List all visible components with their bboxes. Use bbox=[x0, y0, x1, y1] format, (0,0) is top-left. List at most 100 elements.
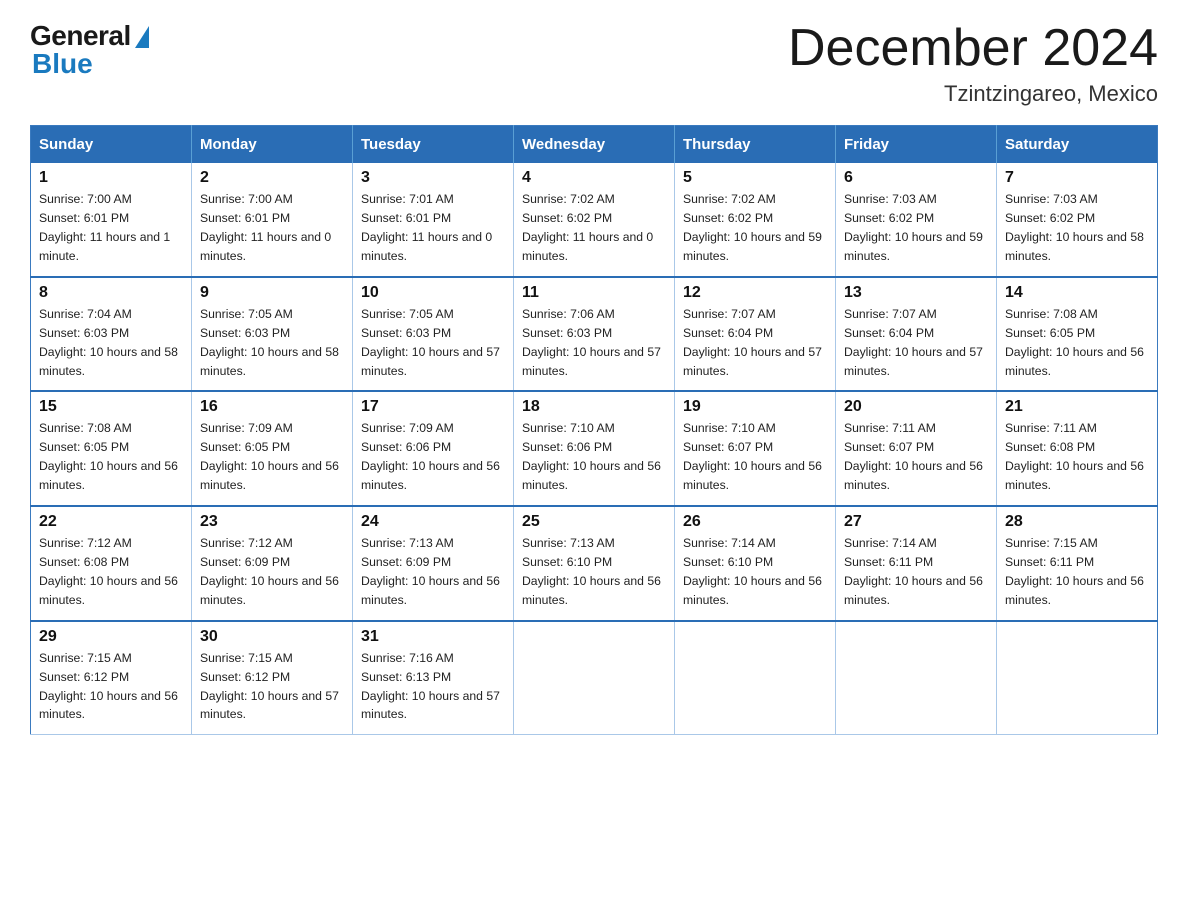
day-info: Sunrise: 7:00 AMSunset: 6:01 PMDaylight:… bbox=[39, 192, 170, 263]
calendar-cell: 15 Sunrise: 7:08 AMSunset: 6:05 PMDayligh… bbox=[31, 391, 192, 506]
day-info: Sunrise: 7:11 AMSunset: 6:07 PMDaylight:… bbox=[844, 421, 983, 492]
header-monday: Monday bbox=[192, 126, 353, 164]
day-number: 7 bbox=[1005, 169, 1149, 187]
calendar-cell: 30Sunrise: 7:15 AMSunset: 6:12 PMDayligh… bbox=[192, 621, 353, 735]
day-info: Sunrise: 7:13 AMSunset: 6:09 PMDaylight:… bbox=[361, 536, 500, 607]
calendar-cell: 5 Sunrise: 7:02 AMSunset: 6:02 PMDaylight… bbox=[675, 163, 836, 277]
calendar-cell: 6 Sunrise: 7:03 AMSunset: 6:02 PMDaylight… bbox=[836, 163, 997, 277]
day-info: Sunrise: 7:13 AMSunset: 6:10 PMDaylight:… bbox=[522, 536, 661, 607]
calendar-week-2: 8Sunrise: 7:04 AMSunset: 6:03 PMDaylight… bbox=[31, 277, 1158, 392]
day-info: Sunrise: 7:02 AMSunset: 6:02 PMDaylight:… bbox=[683, 192, 822, 263]
day-number: 13 bbox=[844, 284, 988, 302]
day-number: 2 bbox=[200, 169, 344, 187]
day-info: Sunrise: 7:12 AMSunset: 6:09 PMDaylight:… bbox=[200, 536, 339, 607]
day-info: Sunrise: 7:11 AMSunset: 6:08 PMDaylight:… bbox=[1005, 421, 1144, 492]
calendar-cell: 11 Sunrise: 7:06 AMSunset: 6:03 PMDayligh… bbox=[514, 277, 675, 392]
calendar-cell: 20 Sunrise: 7:11 AMSunset: 6:07 PMDayligh… bbox=[836, 391, 997, 506]
day-number: 8 bbox=[39, 284, 183, 302]
calendar-cell: 3 Sunrise: 7:01 AMSunset: 6:01 PMDaylight… bbox=[353, 163, 514, 277]
day-info: Sunrise: 7:03 AMSunset: 6:02 PMDaylight:… bbox=[844, 192, 983, 263]
calendar-header-row: SundayMondayTuesdayWednesdayThursdayFrid… bbox=[31, 126, 1158, 164]
calendar-cell bbox=[836, 621, 997, 735]
day-info: Sunrise: 7:06 AMSunset: 6:03 PMDaylight:… bbox=[522, 307, 661, 378]
calendar-cell: 17 Sunrise: 7:09 AMSunset: 6:06 PMDayligh… bbox=[353, 391, 514, 506]
day-number: 23 bbox=[200, 513, 344, 531]
calendar-week-5: 29Sunrise: 7:15 AMSunset: 6:12 PMDayligh… bbox=[31, 621, 1158, 735]
day-info: Sunrise: 7:14 AMSunset: 6:10 PMDaylight:… bbox=[683, 536, 822, 607]
day-number: 10 bbox=[361, 284, 505, 302]
day-number: 15 bbox=[39, 398, 183, 416]
calendar-cell: 29Sunrise: 7:15 AMSunset: 6:12 PMDayligh… bbox=[31, 621, 192, 735]
calendar-week-4: 22 Sunrise: 7:12 AMSunset: 6:08 PMDayligh… bbox=[31, 506, 1158, 621]
day-number: 17 bbox=[361, 398, 505, 416]
day-info: Sunrise: 7:09 AMSunset: 6:05 PMDaylight:… bbox=[200, 421, 339, 492]
calendar-cell: 12 Sunrise: 7:07 AMSunset: 6:04 PMDayligh… bbox=[675, 277, 836, 392]
day-number: 16 bbox=[200, 398, 344, 416]
day-number: 22 bbox=[39, 513, 183, 531]
header-friday: Friday bbox=[836, 126, 997, 164]
header-tuesday: Tuesday bbox=[353, 126, 514, 164]
header: General Blue December 2024 Tzintzingareo… bbox=[30, 20, 1158, 107]
calendar-week-3: 15 Sunrise: 7:08 AMSunset: 6:05 PMDayligh… bbox=[31, 391, 1158, 506]
day-number: 14 bbox=[1005, 284, 1149, 302]
calendar-cell bbox=[675, 621, 836, 735]
calendar-cell: 31 Sunrise: 7:16 AMSunset: 6:13 PMDayligh… bbox=[353, 621, 514, 735]
day-info: Sunrise: 7:10 AMSunset: 6:06 PMDaylight:… bbox=[522, 421, 661, 492]
logo-blue-text: Blue bbox=[32, 48, 93, 80]
day-number: 21 bbox=[1005, 398, 1149, 416]
header-thursday: Thursday bbox=[675, 126, 836, 164]
day-number: 6 bbox=[844, 169, 988, 187]
day-info: Sunrise: 7:12 AMSunset: 6:08 PMDaylight:… bbox=[39, 536, 178, 607]
day-info: Sunrise: 7:08 AMSunset: 6:05 PMDaylight:… bbox=[39, 421, 178, 492]
day-number: 19 bbox=[683, 398, 827, 416]
calendar-cell: 10 Sunrise: 7:05 AMSunset: 6:03 PMDayligh… bbox=[353, 277, 514, 392]
logo-triangle-icon bbox=[135, 26, 149, 48]
calendar-cell: 4 Sunrise: 7:02 AMSunset: 6:02 PMDaylight… bbox=[514, 163, 675, 277]
calendar-cell: 18 Sunrise: 7:10 AMSunset: 6:06 PMDayligh… bbox=[514, 391, 675, 506]
calendar-cell: 25 Sunrise: 7:13 AMSunset: 6:10 PMDayligh… bbox=[514, 506, 675, 621]
calendar-cell: 26 Sunrise: 7:14 AMSunset: 6:10 PMDayligh… bbox=[675, 506, 836, 621]
day-info: Sunrise: 7:07 AMSunset: 6:04 PMDaylight:… bbox=[683, 307, 822, 378]
day-number: 18 bbox=[522, 398, 666, 416]
calendar-cell: 16 Sunrise: 7:09 AMSunset: 6:05 PMDayligh… bbox=[192, 391, 353, 506]
header-saturday: Saturday bbox=[997, 126, 1158, 164]
calendar-cell: 24Sunrise: 7:13 AMSunset: 6:09 PMDayligh… bbox=[353, 506, 514, 621]
location: Tzintzingareo, Mexico bbox=[788, 81, 1158, 107]
day-number: 11 bbox=[522, 284, 666, 302]
day-info: Sunrise: 7:16 AMSunset: 6:13 PMDaylight:… bbox=[361, 651, 500, 722]
day-info: Sunrise: 7:02 AMSunset: 6:02 PMDaylight:… bbox=[522, 192, 653, 263]
day-number: 25 bbox=[522, 513, 666, 531]
day-number: 20 bbox=[844, 398, 988, 416]
day-info: Sunrise: 7:00 AMSunset: 6:01 PMDaylight:… bbox=[200, 192, 331, 263]
calendar-cell bbox=[997, 621, 1158, 735]
day-info: Sunrise: 7:05 AMSunset: 6:03 PMDaylight:… bbox=[200, 307, 339, 378]
day-number: 3 bbox=[361, 169, 505, 187]
month-title: December 2024 bbox=[788, 20, 1158, 77]
day-info: Sunrise: 7:05 AMSunset: 6:03 PMDaylight:… bbox=[361, 307, 500, 378]
calendar-cell: 22 Sunrise: 7:12 AMSunset: 6:08 PMDayligh… bbox=[31, 506, 192, 621]
title-area: December 2024 Tzintzingareo, Mexico bbox=[788, 20, 1158, 107]
calendar-cell: 23 Sunrise: 7:12 AMSunset: 6:09 PMDayligh… bbox=[192, 506, 353, 621]
day-info: Sunrise: 7:01 AMSunset: 6:01 PMDaylight:… bbox=[361, 192, 492, 263]
calendar-cell: 2 Sunrise: 7:00 AMSunset: 6:01 PMDaylight… bbox=[192, 163, 353, 277]
calendar-cell: 7 Sunrise: 7:03 AMSunset: 6:02 PMDaylight… bbox=[997, 163, 1158, 277]
day-number: 26 bbox=[683, 513, 827, 531]
day-info: Sunrise: 7:07 AMSunset: 6:04 PMDaylight:… bbox=[844, 307, 983, 378]
day-info: Sunrise: 7:09 AMSunset: 6:06 PMDaylight:… bbox=[361, 421, 500, 492]
day-info: Sunrise: 7:10 AMSunset: 6:07 PMDaylight:… bbox=[683, 421, 822, 492]
day-info: Sunrise: 7:03 AMSunset: 6:02 PMDaylight:… bbox=[1005, 192, 1144, 263]
day-number: 4 bbox=[522, 169, 666, 187]
day-number: 12 bbox=[683, 284, 827, 302]
day-number: 31 bbox=[361, 628, 505, 646]
header-wednesday: Wednesday bbox=[514, 126, 675, 164]
calendar-cell: 14Sunrise: 7:08 AMSunset: 6:05 PMDayligh… bbox=[997, 277, 1158, 392]
day-number: 29 bbox=[39, 628, 183, 646]
calendar-cell: 27 Sunrise: 7:14 AMSunset: 6:11 PMDayligh… bbox=[836, 506, 997, 621]
header-sunday: Sunday bbox=[31, 126, 192, 164]
day-number: 9 bbox=[200, 284, 344, 302]
day-info: Sunrise: 7:14 AMSunset: 6:11 PMDaylight:… bbox=[844, 536, 983, 607]
day-number: 5 bbox=[683, 169, 827, 187]
day-number: 27 bbox=[844, 513, 988, 531]
logo: General Blue bbox=[30, 20, 149, 80]
calendar-table: SundayMondayTuesdayWednesdayThursdayFrid… bbox=[30, 125, 1158, 735]
